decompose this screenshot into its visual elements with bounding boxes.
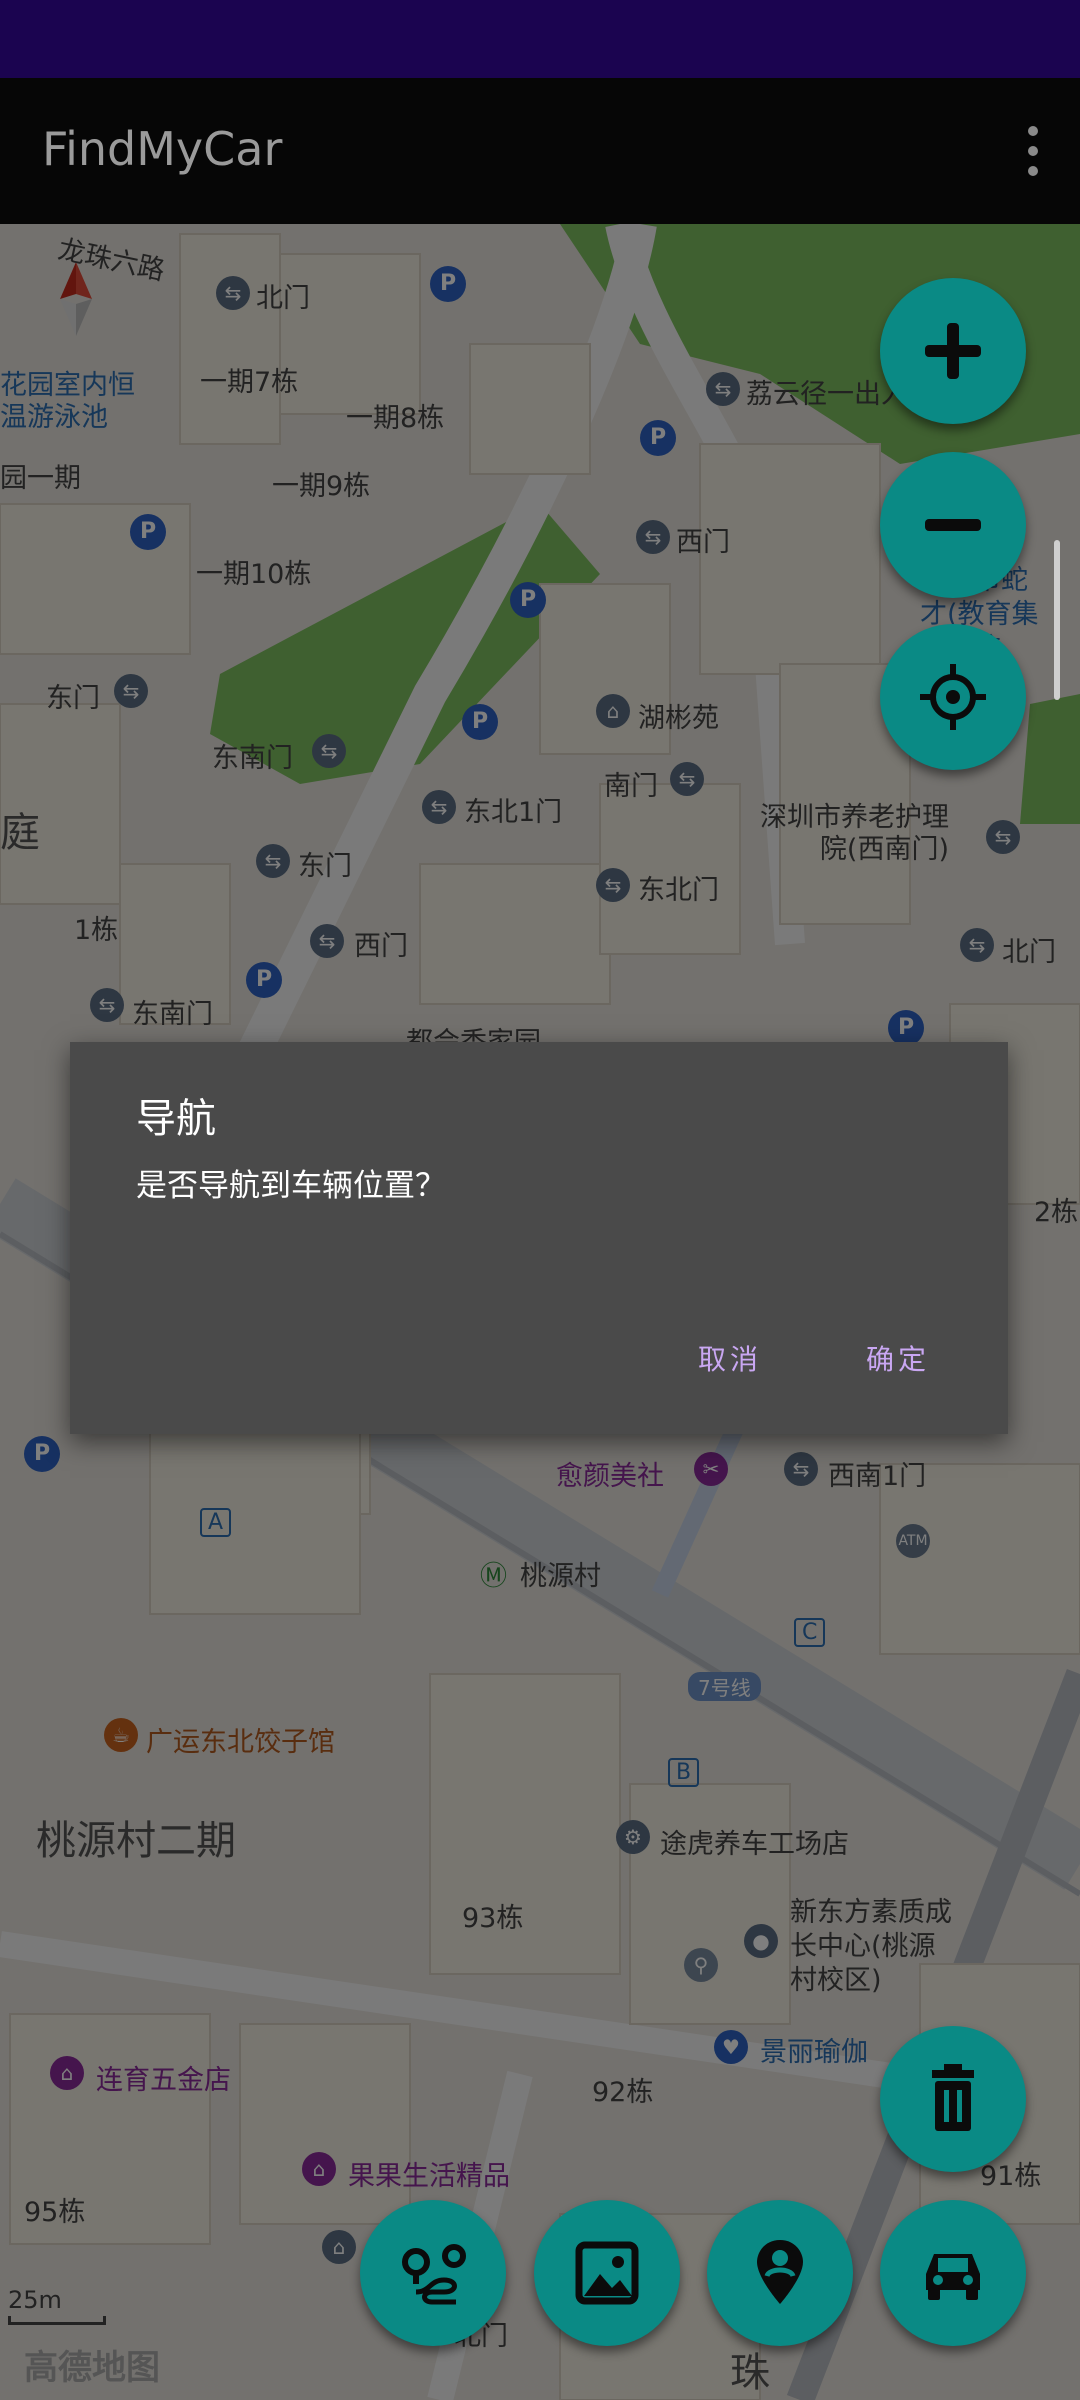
photo-button[interactable] [534, 2200, 680, 2346]
scrollbar[interactable] [1054, 540, 1060, 700]
plus-icon [925, 323, 981, 379]
navigation-dialog: 导航 是否导航到车辆位置？ 取消 确定 [70, 1042, 1008, 1434]
car-icon [926, 2254, 980, 2300]
route-button[interactable] [360, 2200, 506, 2346]
route-icon [402, 2244, 466, 2305]
locate-button[interactable] [880, 624, 1026, 770]
cancel-button[interactable]: 取消 [698, 1338, 762, 1378]
crosshair-icon [920, 664, 986, 730]
delete-button[interactable] [880, 2026, 1026, 2172]
map-scale: 25m [8, 2286, 106, 2325]
person-pin-button[interactable] [707, 2200, 853, 2346]
status-bar [0, 0, 1080, 78]
app-bar: FindMyCar [0, 78, 1080, 224]
person-pin-icon [757, 2240, 803, 2304]
map-provider-logo: 高德地图 [24, 2348, 160, 2388]
scale-bar [8, 2316, 106, 2325]
scale-label: 25m [8, 2286, 62, 2314]
car-button[interactable] [880, 2200, 1026, 2346]
zoom-out-button[interactable] [880, 452, 1026, 598]
confirm-button[interactable]: 确定 [866, 1338, 930, 1378]
dialog-title: 导航 [136, 1096, 216, 1142]
minus-icon [925, 519, 981, 531]
dialog-message: 是否导航到车辆位置？ [136, 1168, 446, 1204]
more-vert-icon[interactable] [1026, 126, 1040, 176]
zoom-in-button[interactable] [880, 278, 1026, 424]
app-title: FindMyCar [42, 122, 283, 176]
trash-icon [932, 2064, 974, 2131]
image-icon [575, 2241, 639, 2305]
